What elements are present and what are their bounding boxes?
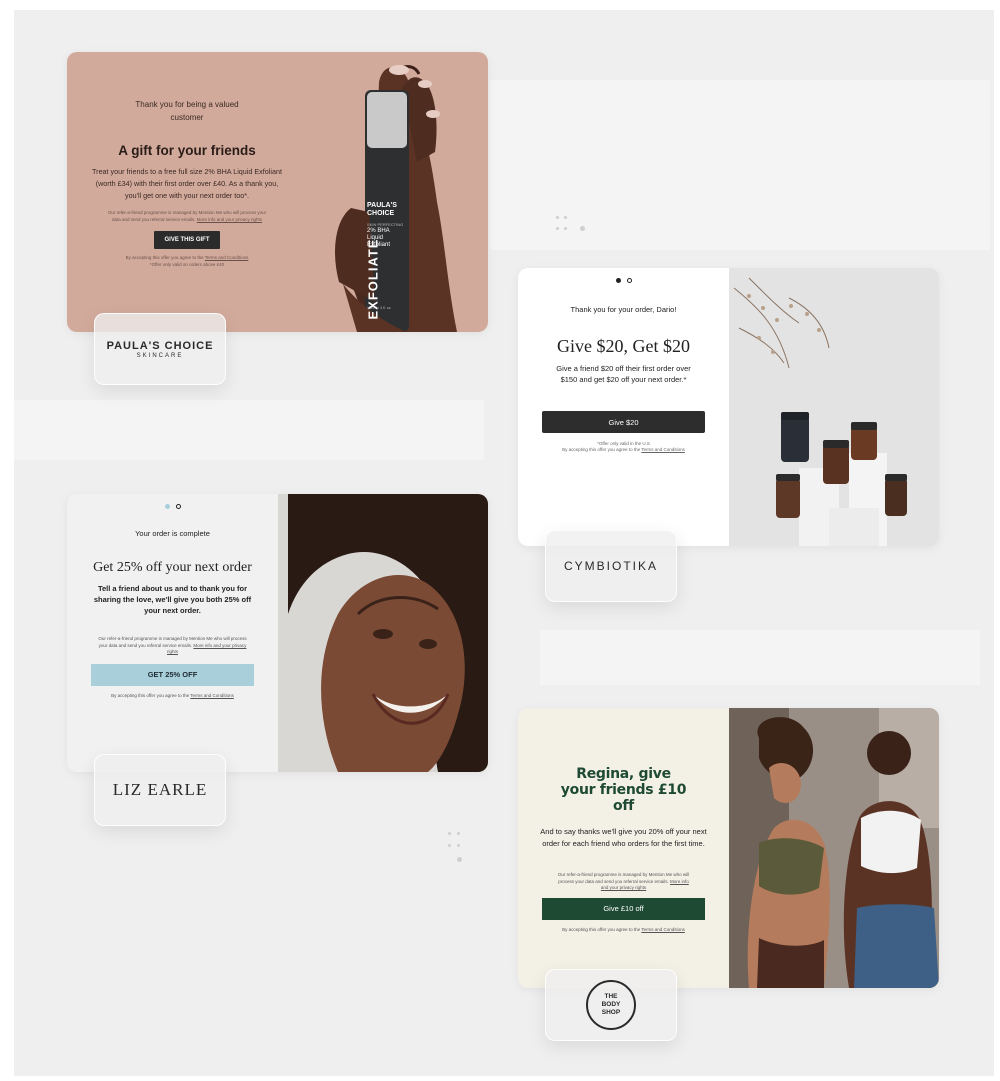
body-shop-logo: THE BODY SHOP xyxy=(586,980,636,1030)
body-shop-logo-tile: THE BODY SHOP xyxy=(545,969,677,1041)
carousel-dot[interactable] xyxy=(626,278,632,283)
carousel-dot-active[interactable] xyxy=(164,504,170,509)
cymbiotika-logo: CYMBIOTIKA xyxy=(563,559,658,573)
cymbiotika-heading: Give $20, Get $20 xyxy=(557,336,690,356)
liz-earle-logo-tile: LIZ EARLE xyxy=(94,754,226,826)
liz-button-row: GET 25% OFF xyxy=(67,663,278,686)
paulas-offer-note: *Offer only valid on orders above £40 xyxy=(149,261,225,267)
cymbiotika-offer-note: *Offer only valid in the U.S xyxy=(597,441,650,446)
give-this-gift-button[interactable]: GIVE THIS GIFT xyxy=(154,231,220,249)
bodyshop-fine-print: Our refer-a-friend programme is managed … xyxy=(518,872,729,892)
body-shop-logo-line1: THE xyxy=(604,993,618,1000)
bg-band xyxy=(14,400,484,460)
cymbiotika-terms-link[interactable]: Terms and Conditions xyxy=(641,447,685,452)
bodyshop-content: Regina, give your friends £10 off And to… xyxy=(518,708,729,988)
liz-earle-card: Your order is complete Get 25% off your … xyxy=(67,494,488,772)
paulas-accept-text: By accepting this offer you agree to the xyxy=(125,255,204,260)
liz-status: Your order is complete xyxy=(135,529,210,538)
liz-accept-text: By accepting this offer you agree to the xyxy=(111,692,190,698)
give-10-off-button[interactable]: Give £10 off xyxy=(542,897,705,920)
body-shop-card: Regina, give your friends £10 off And to… xyxy=(518,708,939,988)
cymbiotika-accept-text: By accepting this offer you agree to the xyxy=(562,447,641,452)
bodyshop-button-row: Give £10 off xyxy=(518,897,729,920)
paulas-choice-logo-tile: PAULA'S CHOICE SKINCARE xyxy=(94,313,226,385)
liz-body: Tell a friend about us and to thank you … xyxy=(93,584,252,615)
liz-accept: By accepting this offer you agree to the… xyxy=(67,693,278,698)
liz-earle-logo: LIZ EARLE xyxy=(112,780,208,799)
paulas-choice-card: Thank you for being a valued customer A … xyxy=(67,52,488,332)
paulas-logo-name: PAULA'S CHOICE xyxy=(106,339,214,352)
cymbiotika-card: Thank you for your order, Dario! Give $2… xyxy=(518,268,939,546)
give-20-button[interactable]: Give $20 xyxy=(542,411,705,433)
get-25-off-button[interactable]: GET 25% OFF xyxy=(91,663,254,686)
liz-content: Your order is complete Get 25% off your … xyxy=(67,494,278,772)
carousel-dots xyxy=(67,504,278,509)
bottle-vertical-text: EXFOLIATE xyxy=(365,238,381,320)
bg-band xyxy=(540,630,980,685)
cymbiotika-body: Give a friend $20 off their first order … xyxy=(556,364,691,384)
carousel-dots xyxy=(518,278,729,283)
carousel-dot[interactable] xyxy=(175,504,181,509)
carousel-dot-active[interactable] xyxy=(615,278,621,283)
body-shop-logo-line2: BODY xyxy=(601,1001,621,1008)
bodyshop-accept: By accepting this offer you agree to the… xyxy=(518,927,729,932)
paulas-logo-sub: SKINCARE xyxy=(136,352,184,359)
bodyshop-accept-text: By accepting this offer you agree to the xyxy=(562,926,641,932)
liz-heading: Get 25% off your next order xyxy=(93,560,252,575)
cymbiotika-content: Thank you for your order, Dario! Give $2… xyxy=(518,268,729,546)
two-women-image xyxy=(729,708,939,988)
liz-fine-print: Our refer-a-friend programme is managed … xyxy=(67,636,278,656)
bodyshop-heading: Regina, give your friends £10 off xyxy=(560,766,687,814)
cymbiotika-button-row: Give $20 xyxy=(518,411,729,433)
cymbiotika-thanks: Thank you for your order, Dario! xyxy=(570,305,677,314)
cymbiotika-logo-tile: CYMBIOTIKA xyxy=(545,530,677,602)
liz-terms-link[interactable]: Terms and Conditions xyxy=(190,693,234,698)
cymbiotika-accept: *Offer only valid in the U.S By acceptin… xyxy=(518,441,729,453)
bodyshop-body: And to say thanks we'll give you 20% off… xyxy=(540,827,707,848)
smiling-woman-image xyxy=(278,494,488,772)
bottle-cap xyxy=(367,92,407,148)
supplements-image xyxy=(729,268,939,546)
body-shop-logo-line3: SHOP xyxy=(601,1009,621,1016)
bg-band xyxy=(490,80,990,250)
paulas-terms-link[interactable]: Terms and Conditions xyxy=(205,255,249,260)
bodyshop-terms-link[interactable]: Terms and Conditions xyxy=(641,927,685,932)
